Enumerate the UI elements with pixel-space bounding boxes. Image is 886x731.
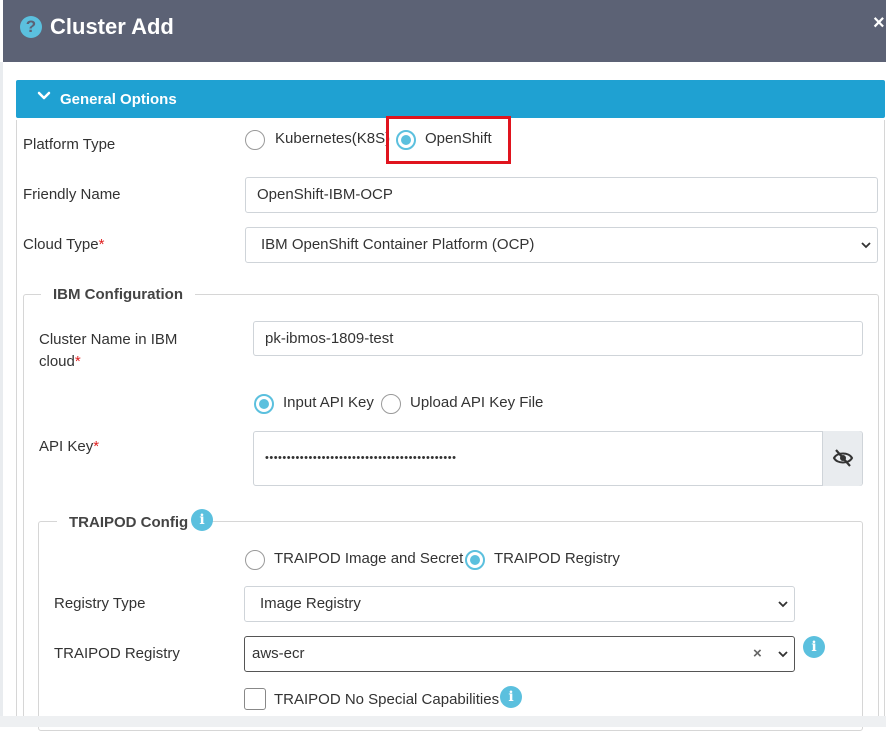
cloud-type-value: IBM OpenShift Container Platform (OCP) bbox=[261, 236, 535, 253]
radio-traipod-image-secret-label[interactable]: TRAIPOD Image and Secret bbox=[274, 550, 463, 567]
openshift-highlight-box bbox=[386, 116, 511, 164]
traipod-registry-label: TRAIPOD Registry bbox=[54, 645, 180, 662]
traipod-registry-select[interactable]: aws-ecr × bbox=[244, 636, 795, 672]
eye-slash-icon bbox=[832, 449, 854, 467]
no-special-capabilities-label[interactable]: TRAIPOD No Special Capabilities bbox=[274, 691, 499, 708]
required-marker: * bbox=[74, 353, 81, 370]
info-icon[interactable]: i bbox=[803, 636, 825, 658]
traipod-config-legend: TRAIPOD Config bbox=[57, 514, 201, 531]
no-special-capabilities-checkbox[interactable] bbox=[244, 688, 266, 710]
info-icon[interactable]: i bbox=[500, 686, 522, 708]
radio-upload-api-key[interactable] bbox=[381, 394, 401, 414]
required-marker: * bbox=[98, 236, 105, 253]
cloud-type-label: Cloud Type* bbox=[23, 236, 104, 253]
modal-header: ? Cluster Add × bbox=[3, 0, 886, 62]
bottom-edge bbox=[0, 716, 886, 727]
cluster-name-input[interactable]: pk-ibmos-1809-test bbox=[253, 321, 863, 356]
cluster-name-label: Cluster Name in IBM cloud* bbox=[39, 329, 209, 373]
cluster-add-modal: ? Cluster Add × General Options Platform… bbox=[0, 0, 886, 731]
radio-traipod-image-secret[interactable] bbox=[245, 550, 265, 570]
registry-type-label: Registry Type bbox=[54, 595, 146, 612]
traipod-registry-value: aws-ecr bbox=[252, 645, 305, 662]
platform-type-label: Platform Type bbox=[23, 136, 116, 153]
chevron-down-icon bbox=[37, 91, 51, 100]
section-title: General Options bbox=[60, 91, 177, 108]
chevron-down-icon bbox=[778, 651, 788, 658]
radio-input-api-key[interactable] bbox=[254, 394, 274, 414]
clear-icon[interactable]: × bbox=[753, 637, 762, 671]
api-key-label: API Key* bbox=[39, 438, 99, 455]
toggle-visibility-button[interactable] bbox=[822, 431, 862, 486]
radio-upload-api-key-label[interactable]: Upload API Key File bbox=[410, 394, 543, 411]
cloud-type-select[interactable]: IBM OpenShift Container Platform (OCP) bbox=[245, 227, 878, 263]
radio-kubernetes[interactable] bbox=[245, 130, 265, 150]
radio-kubernetes-label[interactable]: Kubernetes(K8S) bbox=[275, 130, 390, 147]
required-marker: * bbox=[93, 438, 100, 455]
friendly-name-input[interactable]: OpenShift-IBM-OCP bbox=[245, 177, 878, 213]
help-icon[interactable]: ? bbox=[20, 16, 42, 38]
modal-title: Cluster Add bbox=[50, 14, 174, 39]
registry-type-value: Image Registry bbox=[260, 595, 361, 612]
api-key-label-text: API Key bbox=[39, 438, 94, 455]
registry-type-select[interactable]: Image Registry bbox=[244, 586, 795, 622]
radio-traipod-registry-label[interactable]: TRAIPOD Registry bbox=[494, 550, 620, 567]
info-icon[interactable]: i bbox=[191, 509, 213, 531]
api-key-input[interactable]: ••••••••••••••••••••••••••••••••••••••••… bbox=[253, 431, 863, 486]
radio-input-api-key-label[interactable]: Input API Key bbox=[283, 394, 374, 411]
chevron-down-icon bbox=[861, 242, 871, 249]
radio-traipod-registry[interactable] bbox=[465, 550, 485, 570]
ibm-configuration-legend: IBM Configuration bbox=[41, 286, 195, 303]
close-icon[interactable]: × bbox=[873, 12, 885, 34]
general-options-header[interactable]: General Options bbox=[16, 80, 885, 118]
left-edge bbox=[0, 62, 3, 727]
cloud-type-label-text: Cloud Type bbox=[23, 236, 99, 253]
cluster-name-label-text: Cluster Name in IBM cloud bbox=[39, 331, 178, 370]
friendly-name-label: Friendly Name bbox=[23, 186, 121, 203]
chevron-down-icon bbox=[778, 601, 788, 608]
